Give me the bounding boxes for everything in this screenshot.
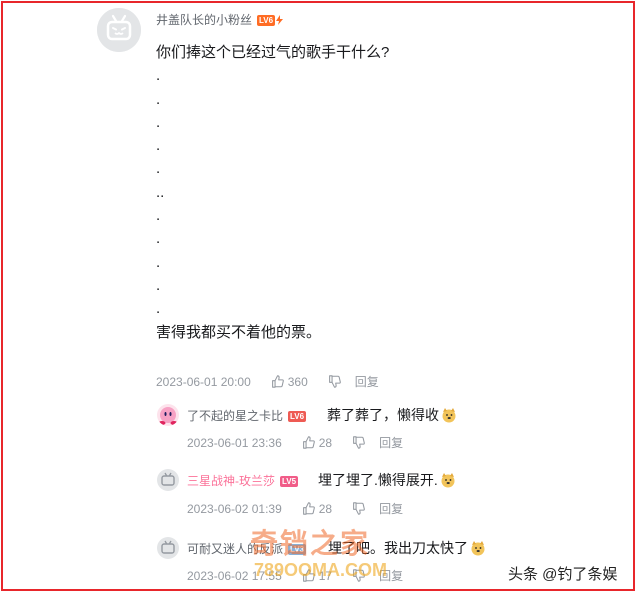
like-count: 28 bbox=[318, 501, 333, 516]
thumbs-up-icon bbox=[302, 502, 315, 515]
reply-username[interactable]: 三星战神-玫兰莎 LV5 bbox=[187, 472, 299, 489]
comment-line: 你们捧这个已经过气的歌手干什么? bbox=[156, 44, 390, 61]
reply-date: 2023-06-01 23:36 bbox=[187, 435, 282, 450]
bilibili-tv-icon bbox=[161, 472, 175, 486]
comment-meta: 2023-06-01 20:00 360 回复 bbox=[156, 373, 379, 390]
comment-content: 你们捧这个已经过气的歌手干什么? . . . . . .. . . . . . … bbox=[156, 41, 389, 344]
level-badge: LV6 bbox=[288, 411, 307, 422]
comment-line: . bbox=[156, 253, 161, 271]
watermark-url: 789OOMA.COM bbox=[254, 560, 388, 580]
comment-line: 害得我都买不着他的票。 bbox=[156, 323, 322, 341]
comment-line: . bbox=[156, 300, 161, 318]
comment-line: . bbox=[156, 90, 161, 108]
reply-date: 2023-06-02 01:39 bbox=[187, 501, 282, 516]
comment-username[interactable]: 井盖队长的小粉丝 LV6 bbox=[156, 11, 284, 28]
username-text[interactable]: 三星战神-玫兰莎 bbox=[187, 474, 275, 488]
thumbs-down-icon[interactable] bbox=[352, 436, 365, 449]
thumbs-down-icon[interactable] bbox=[352, 502, 365, 515]
source-attribution: 头条 @钓了条娱 bbox=[508, 566, 618, 583]
comment-line: . bbox=[156, 67, 161, 85]
reply-avatar[interactable] bbox=[157, 404, 179, 426]
reply-text: 埋了埋了.懒得展开. bbox=[318, 472, 438, 488]
reply-avatar[interactable] bbox=[157, 537, 179, 559]
reply-content: 埋了埋了.懒得展开. bbox=[318, 470, 456, 490]
comment-line: . bbox=[156, 276, 161, 294]
reply-meta: 2023-06-02 01:39 28 回复 bbox=[187, 500, 403, 517]
reply-text: 葬了葬了，懒得收 bbox=[327, 407, 439, 423]
watermark: 奇铛之家 bbox=[250, 527, 371, 560]
like-button[interactable]: 28 bbox=[302, 502, 332, 516]
reply-button[interactable]: 回复 bbox=[379, 434, 403, 451]
comment-line: . bbox=[156, 230, 161, 248]
thumbs-up-icon bbox=[302, 436, 315, 449]
comment-line: . bbox=[156, 160, 161, 178]
like-count: 360 bbox=[287, 374, 308, 389]
level-badge: LV5 bbox=[280, 476, 299, 487]
thumbs-up-icon bbox=[271, 375, 284, 388]
reply-meta: 2023-06-01 23:36 28 回复 bbox=[187, 434, 403, 451]
doge-emoji-icon bbox=[441, 473, 455, 488]
thumbs-down-icon[interactable] bbox=[328, 375, 341, 388]
doge-emoji-icon bbox=[471, 541, 485, 556]
username-text[interactable]: 井盖队长的小粉丝 bbox=[156, 13, 252, 27]
username-text[interactable]: 了不起的星之卡比 bbox=[187, 409, 283, 423]
bilibili-tv-icon bbox=[97, 8, 141, 52]
reply-button[interactable]: 回复 bbox=[355, 373, 379, 390]
lightning-icon bbox=[276, 15, 284, 25]
reply-avatar[interactable] bbox=[157, 469, 179, 491]
doge-emoji-icon bbox=[442, 408, 456, 423]
comment-date: 2023-06-01 20:00 bbox=[156, 374, 251, 389]
avatar[interactable] bbox=[97, 8, 141, 52]
like-count: 28 bbox=[318, 435, 333, 450]
comment-line: . bbox=[156, 113, 161, 131]
comment-line: . bbox=[156, 207, 161, 225]
reply-username[interactable]: 了不起的星之卡比 LV6 bbox=[187, 407, 307, 424]
reply-button[interactable]: 回复 bbox=[379, 500, 403, 517]
comment-line: . bbox=[156, 137, 161, 155]
like-button[interactable]: 28 bbox=[302, 436, 332, 450]
reply-content: 葬了葬了，懒得收 bbox=[327, 405, 457, 425]
comment-line: .. bbox=[156, 183, 165, 201]
like-button[interactable]: 360 bbox=[271, 375, 308, 389]
bilibili-tv-icon bbox=[161, 540, 175, 554]
kirby-icon bbox=[158, 407, 178, 425]
level-badge: LV6 bbox=[257, 15, 276, 26]
